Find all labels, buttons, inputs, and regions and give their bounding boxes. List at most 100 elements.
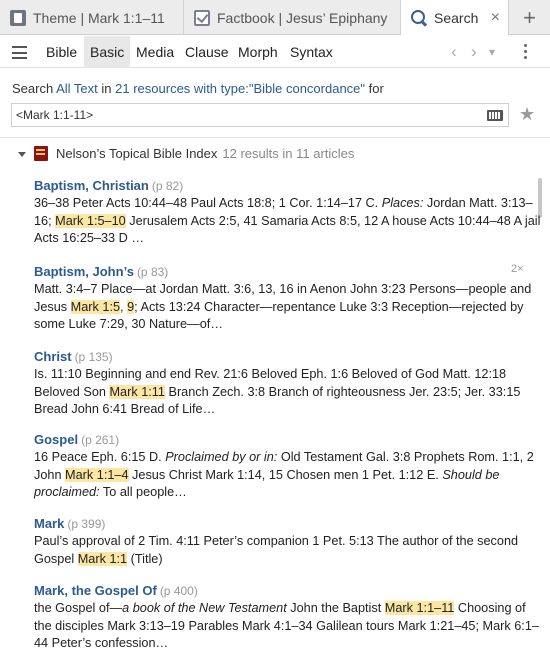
- tab-theme[interactable]: Theme | Mark 1:1–11: [0, 0, 184, 35]
- more-options-icon[interactable]: [524, 44, 528, 60]
- tab-basic[interactable]: Basic: [84, 36, 131, 68]
- forward-arrow-icon[interactable]: ›: [471, 42, 477, 62]
- result-item: Christ (p 135) Is. 11:10 Beginning and end…: [34, 348, 524, 419]
- search-toolbar: Bible Basic Media Clause Morph Syntax ‹ …: [0, 36, 550, 68]
- resource-title[interactable]: Nelson’s Topical Bible Index: [56, 146, 217, 161]
- result-snippet-line: Bread John 6:41 Bread of Life…: [34, 401, 524, 419]
- add-tab-button[interactable]: +: [508, 0, 550, 35]
- tab-syntax[interactable]: Syntax: [284, 36, 339, 68]
- tab-search-label: Search: [434, 10, 479, 26]
- result-item: Gospel (p 261) 16 Peace Eph. 6:15 D. Procl…: [34, 431, 534, 502]
- tab-search[interactable]: Search ×: [401, 0, 508, 36]
- snippet-text: the disciples Mark 3:13–19 Parables Mark…: [34, 618, 539, 633]
- result-title-text[interactable]: Christ: [34, 349, 72, 364]
- result-item: Mark (p 399) Paul’s approval of 2 Tim. 4:1…: [34, 515, 524, 568]
- snippet-text: Is. 11:10 Beginning and end Rev. 21:6 Be…: [34, 367, 507, 381]
- tab-factbook[interactable]: Factbook | Jesus’ Epiphany: [184, 0, 401, 35]
- highlighted-reference[interactable]: Mark 1:1–4: [65, 467, 129, 482]
- snippet-text: ; Acts 13:24 Character—repentance Luke 3…: [134, 299, 524, 314]
- result-snippet-line: 36–38 Peter Acts 10:44–48 Paul Acts 18:8…: [34, 195, 533, 213]
- highlighted-reference[interactable]: Mark 1:1: [77, 551, 128, 566]
- tab-bible[interactable]: Bible: [40, 36, 83, 68]
- search-input[interactable]: [16, 107, 476, 123]
- search-in: in: [101, 81, 112, 96]
- snippet-text: Choosing of: [454, 601, 526, 615]
- result-snippet-line: 44 Peter’s confession…: [34, 635, 524, 652]
- snippet-text: Old Testament Gal. 3:8 Prophets Rom. 1:1…: [277, 450, 534, 464]
- highlighted-reference[interactable]: Mark 1:5: [70, 299, 121, 314]
- book-icon: [34, 146, 48, 161]
- search-query-box: [11, 103, 509, 127]
- result-title-text[interactable]: Mark: [34, 516, 64, 531]
- result-snippet-line: Jesus Mark 1:5, 9; Acts 13:24 Character—…: [34, 299, 524, 317]
- result-page-number: (p 399): [67, 517, 106, 531]
- result-title[interactable]: Mark, the Gospel Of (p 400): [34, 582, 524, 600]
- search-description: Search All Text in 21 resources with typ…: [12, 81, 384, 96]
- snippet-text: Matt. 3:4–7 Place—at Jordan Matt. 3:6, 1…: [34, 282, 532, 296]
- highlighted-reference[interactable]: Mark 1:11: [109, 384, 165, 399]
- resource-header[interactable]: Nelson’s Topical Bible Index 12 results …: [18, 146, 354, 161]
- result-title-text[interactable]: Baptism, Christian: [34, 178, 149, 193]
- result-page-number: (p 83): [136, 265, 169, 279]
- snippet-text: Jesus Christ Mark 1:14, 15 Chosen men 1 …: [128, 467, 443, 482]
- snippet-text: some Luke 7:29, 30 Nature—of…: [34, 317, 224, 331]
- close-icon[interactable]: ×: [491, 9, 500, 27]
- result-page-number: (p 400): [159, 584, 198, 598]
- result-page-number: (p 261): [81, 433, 120, 447]
- result-item: Baptism, John’s (p 83) 2× Matt. 3:4–7 Place…: [34, 263, 531, 334]
- result-title[interactable]: Baptism, Christian (p 82): [34, 177, 524, 195]
- tab-clause[interactable]: Clause: [179, 36, 235, 68]
- history-dropdown-icon[interactable]: ▾: [489, 45, 495, 59]
- divider: [0, 137, 550, 138]
- snippet-italic-text: Places:: [381, 196, 424, 210]
- result-title[interactable]: Christ (p 135): [34, 348, 524, 366]
- result-item: Mark, the Gospel Of (p 400) the Gospel of—…: [34, 582, 539, 652]
- result-item: Baptism, Christian (p 82) 36–38 Peter Acts…: [34, 177, 540, 248]
- keyboard-icon[interactable]: [487, 110, 503, 121]
- snippet-text: Jordan Matt. 3:13–: [423, 196, 533, 210]
- result-snippet-line: 16 Peace Eph. 6:15 D. Proclaimed by or i…: [34, 449, 534, 467]
- snippet-italic-text: Proclaimed by or in:: [165, 450, 278, 464]
- result-title[interactable]: Gospel (p 261): [34, 431, 524, 449]
- snippet-text: (Title): [127, 551, 163, 566]
- result-snippet-line: Matt. 3:4–7 Place—at Jordan Matt. 3:6, 1…: [34, 281, 531, 299]
- snippet-italic-text: a book of the New Testament: [122, 601, 287, 615]
- search-resources-link[interactable]: 21 resources with type:"Bible concordanc…: [115, 81, 365, 96]
- snippet-text: 16 Peace Eph. 6:15 D.: [34, 450, 166, 464]
- snippet-text: the Gospel of—: [34, 601, 123, 615]
- favorite-star-icon[interactable]: ★: [519, 104, 535, 125]
- result-title[interactable]: Mark (p 399): [34, 515, 524, 533]
- result-title-text[interactable]: Mark, the Gospel Of: [34, 583, 157, 598]
- search-scope-link[interactable]: All Text: [56, 81, 98, 96]
- snippet-text: Beloved Son: [34, 384, 110, 399]
- tab-media[interactable]: Media: [130, 36, 180, 68]
- result-snippet-line: Is. 11:10 Beginning and end Rev. 21:6 Be…: [34, 366, 524, 384]
- snippet-text: Gospel: [34, 551, 78, 566]
- result-title[interactable]: Baptism, John’s (p 83): [34, 263, 524, 281]
- snippet-text: 36–38 Peter Acts 10:44–48 Paul Acts 18:8…: [34, 196, 382, 210]
- snippet-text: 16;: [34, 213, 56, 228]
- snippet-text: John the Baptist: [286, 601, 385, 615]
- result-page-number: (p 82): [151, 179, 184, 193]
- resource-result-count: 12 results in 11 articles: [222, 146, 355, 161]
- result-snippet-line: the disciples Mark 3:13–19 Parables Mark…: [34, 618, 539, 636]
- hit-count-badge: 2×: [511, 263, 524, 275]
- checkbox-icon: [194, 9, 210, 26]
- snippet-text: Bread John 6:41 Bread of Life…: [34, 402, 216, 416]
- menu-icon[interactable]: [12, 46, 27, 59]
- collapse-caret-icon[interactable]: [18, 152, 26, 157]
- tab-morph[interactable]: Morph: [232, 36, 284, 68]
- result-title-text[interactable]: Baptism, John’s: [34, 264, 134, 279]
- result-snippet-line: Gospel Mark 1:1 (Title): [34, 551, 524, 569]
- search-suffix: for: [368, 81, 384, 96]
- snippet-italic-text: proclaimed:: [34, 485, 100, 499]
- back-arrow-icon[interactable]: ‹: [451, 42, 457, 62]
- snippet-text: To all people…: [99, 485, 187, 499]
- result-title-text[interactable]: Gospel: [34, 432, 78, 447]
- result-snippet-line: proclaimed: To all people…: [34, 484, 524, 502]
- highlighted-reference[interactable]: Mark 1:5–10: [55, 213, 126, 228]
- highlighted-reference[interactable]: Mark 1:1–11: [384, 601, 455, 615]
- snippet-text: John: [34, 467, 66, 482]
- result-snippet-line: Beloved Son Mark 1:11 Branch Zech. 3:8 B…: [34, 384, 524, 402]
- scrollbar-thumb[interactable]: [538, 178, 542, 218]
